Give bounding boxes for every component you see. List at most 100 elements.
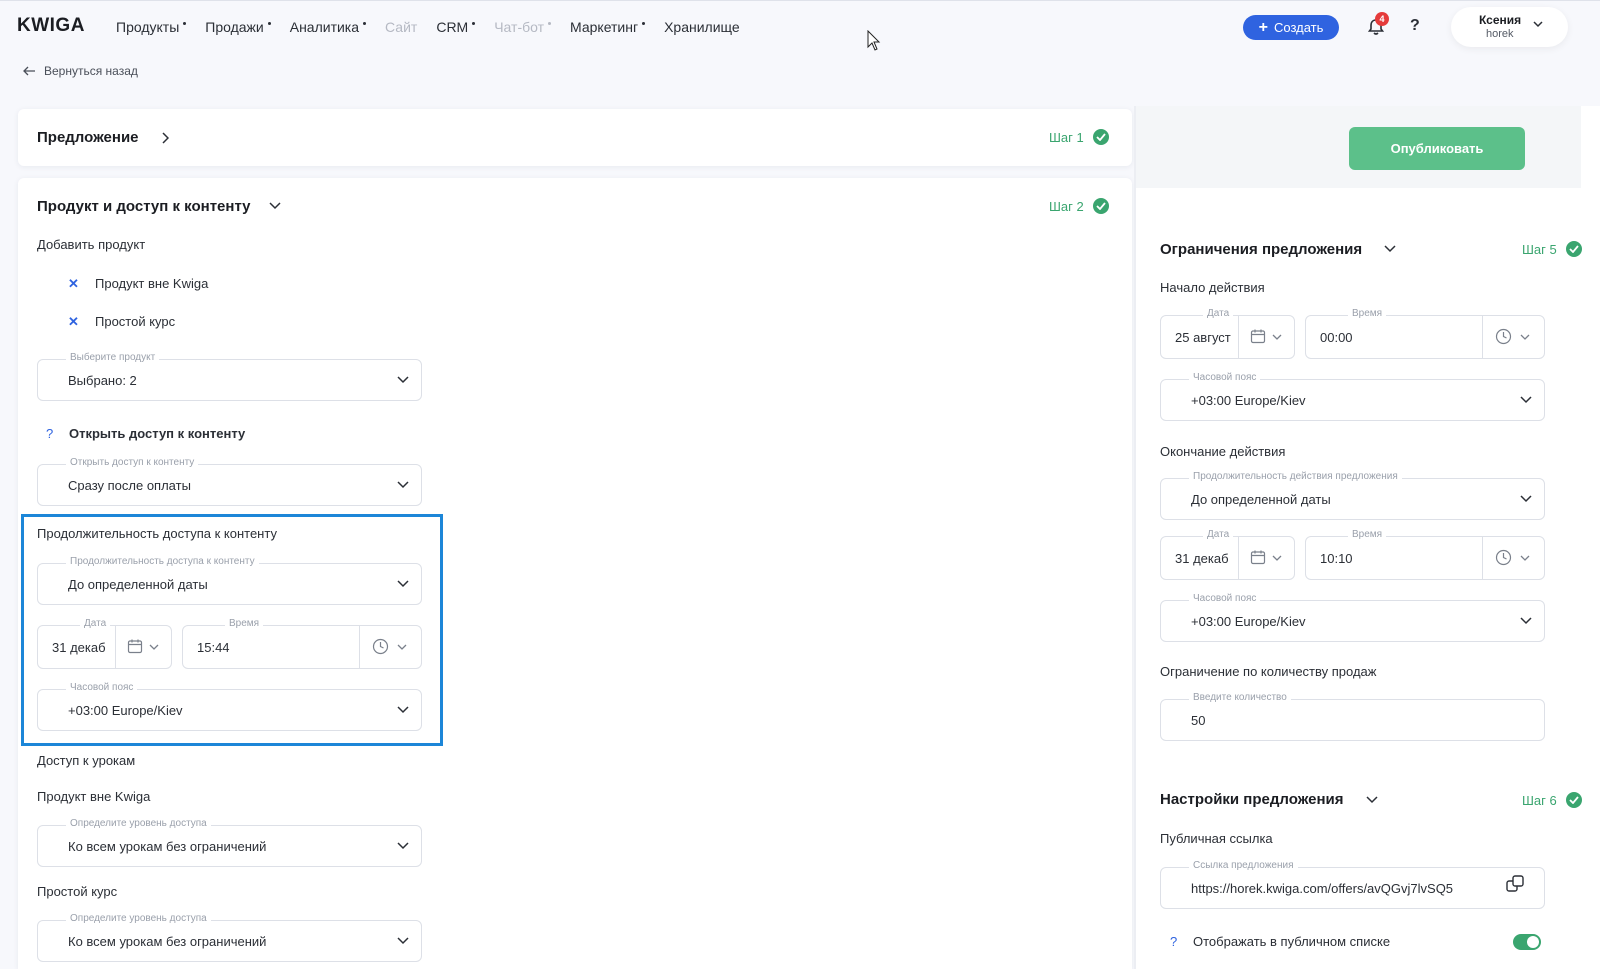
dropdown-dot-icon xyxy=(183,22,187,25)
publish-button[interactable]: Опубликовать xyxy=(1349,127,1525,170)
start-time-picker[interactable]: Время 00:00 xyxy=(1305,308,1545,359)
field-legend: Дата xyxy=(1203,529,1234,540)
chevron-down-icon xyxy=(397,842,409,850)
nav-item-storage[interactable]: Хранилище xyxy=(664,19,740,35)
field-value: Ко всем урокам без ограничений xyxy=(68,839,267,854)
chevron-down-icon[interactable] xyxy=(269,202,281,210)
step-indicator: Шаг 6 xyxy=(1522,792,1582,808)
calendar-icon xyxy=(127,639,143,654)
public-link-label: Публичная ссылка xyxy=(1160,831,1273,846)
help-icon[interactable]: ? xyxy=(46,426,53,441)
calendar-icon xyxy=(1250,329,1266,344)
field-legend: Определите уровень доступа xyxy=(66,913,211,924)
nav-item-site[interactable]: Сайт xyxy=(385,19,417,35)
dropdown-dot-icon xyxy=(472,22,476,25)
step-indicator: Шаг 1 xyxy=(1049,129,1109,145)
end-time-picker[interactable]: Время 10:10 xyxy=(1305,529,1545,580)
field-legend: Дата xyxy=(80,618,111,629)
nav-label: Чат-бот xyxy=(494,19,545,35)
dropdown-dot-icon xyxy=(548,22,552,25)
access-level-dropdown[interactable]: Определите уровень доступа Ко всем урока… xyxy=(37,913,422,962)
step-indicator: Шаг 2 xyxy=(1049,198,1109,214)
step-label: Шаг 6 xyxy=(1522,792,1557,808)
nav-item-marketing[interactable]: Маркетинг xyxy=(570,19,646,35)
top-navigation: KWIGA Продукты Продажи Аналитика Сайт CR… xyxy=(0,0,1600,52)
show-in-list-toggle[interactable] xyxy=(1513,934,1541,950)
field-value: 31 декаб xyxy=(1175,551,1229,566)
check-circle-icon xyxy=(1092,129,1109,145)
user-subtitle: horek xyxy=(1486,28,1514,40)
remove-product-icon[interactable]: ✕ xyxy=(68,276,79,292)
end-timezone-dropdown[interactable]: Часовой пояс +03:00 Europe/Kiev xyxy=(1160,593,1545,642)
lesson-group-title: Продукт вне Kwiga xyxy=(37,789,151,804)
offer-card-title[interactable]: Предложение xyxy=(37,129,139,146)
main-nav: Продукты Продажи Аналитика Сайт CRM Чат-… xyxy=(116,19,759,35)
nav-label: CRM xyxy=(436,19,469,35)
divider xyxy=(1482,537,1483,579)
chevron-down-icon xyxy=(1533,21,1543,28)
create-button[interactable]: + Создать xyxy=(1243,15,1339,40)
add-product-label: Добавить продукт xyxy=(37,237,146,252)
settings-card-title[interactable]: Настройки предложения xyxy=(1160,791,1344,808)
offer-link-field[interactable]: Ссылка предложения https://horek.kwiga.c… xyxy=(1160,860,1545,909)
back-link[interactable]: Вернуться назад xyxy=(23,64,138,78)
plus-icon: + xyxy=(1258,18,1268,36)
chevron-down-icon[interactable] xyxy=(1384,245,1396,253)
dropdown-dot-icon xyxy=(363,22,367,25)
product-card-title[interactable]: Продукт и доступ к контенту xyxy=(37,198,251,215)
field-value: Ко всем урокам без ограничений xyxy=(68,934,267,949)
field-legend: Продолжительность действия предложения xyxy=(1189,471,1402,482)
access-duration-dropdown[interactable]: Продолжительность доступа к контенту До … xyxy=(37,556,422,605)
chevron-down-icon xyxy=(397,706,409,714)
end-duration-dropdown[interactable]: Продолжительность действия предложения Д… xyxy=(1160,471,1545,520)
nav-label: Хранилище xyxy=(664,19,740,35)
chevron-down-icon xyxy=(1520,617,1532,625)
nav-item-analytics[interactable]: Аналитика xyxy=(290,19,367,35)
sales-limit-input[interactable]: Введите количество 50 xyxy=(1160,692,1545,741)
help-button[interactable]: ? xyxy=(1410,17,1420,35)
nav-item-chatbot[interactable]: Чат-бот xyxy=(494,19,552,35)
field-value: +03:00 Europe/Kiev xyxy=(1191,614,1306,629)
step-label: Шаг 1 xyxy=(1049,129,1084,145)
field-legend: Часовой пояс xyxy=(1189,372,1261,383)
time-picker[interactable]: Время 15:44 xyxy=(182,618,422,669)
chevron-down-icon xyxy=(397,937,409,945)
product-item: Продукт вне Kwiga xyxy=(95,276,209,291)
clock-icon xyxy=(1495,549,1512,566)
calendar-icon xyxy=(1250,550,1266,565)
field-legend: Время xyxy=(1348,308,1387,319)
end-date-picker[interactable]: Дата 31 декаб xyxy=(1160,529,1295,580)
dropdown-dot-icon xyxy=(642,22,646,25)
logo[interactable]: KWIGA xyxy=(17,15,85,37)
divider xyxy=(359,626,360,668)
help-icon[interactable]: ? xyxy=(1170,934,1177,949)
start-date-picker[interactable]: Дата 25 август xyxy=(1160,308,1295,359)
remove-product-icon[interactable]: ✕ xyxy=(68,314,79,330)
check-circle-icon xyxy=(1092,198,1109,214)
nav-item-crm[interactable]: CRM xyxy=(436,19,476,35)
nav-item-products[interactable]: Продукты xyxy=(116,19,187,35)
sales-limit-label: Ограничение по количеству продаж xyxy=(1160,664,1377,679)
user-menu[interactable]: Ксения horek xyxy=(1451,7,1568,47)
field-value: 10:10 xyxy=(1320,551,1353,566)
timezone-dropdown[interactable]: Часовой пояс +03:00 Europe/Kiev xyxy=(37,682,422,731)
chevron-right-icon[interactable] xyxy=(161,132,169,144)
limits-card-title[interactable]: Ограничения предложения xyxy=(1160,241,1362,258)
date-picker[interactable]: Дата 31 декаб xyxy=(37,618,172,669)
step-indicator: Шаг 5 xyxy=(1522,241,1582,257)
end-label: Окончание действия xyxy=(1160,444,1286,459)
copy-icon[interactable] xyxy=(1505,874,1525,894)
select-product-dropdown[interactable]: Выберите продукт Выбрано: 2 xyxy=(37,352,422,401)
arrow-left-icon xyxy=(23,66,35,76)
field-value: +03:00 Europe/Kiev xyxy=(68,703,183,718)
chevron-down-icon[interactable] xyxy=(1366,796,1378,804)
product-item: Простой курс xyxy=(95,314,176,329)
nav-label: Маркетинг xyxy=(570,19,639,35)
toggle-knob xyxy=(1527,936,1539,948)
nav-item-sales[interactable]: Продажи xyxy=(205,19,271,35)
start-timezone-dropdown[interactable]: Часовой пояс +03:00 Europe/Kiev xyxy=(1160,372,1545,421)
access-level-dropdown[interactable]: Определите уровень доступа Ко всем урока… xyxy=(37,818,422,867)
field-value: До определенной даты xyxy=(1191,492,1331,507)
open-access-dropdown[interactable]: Открыть доступ к контенту Сразу после оп… xyxy=(37,457,422,506)
field-value: 15:44 xyxy=(197,640,230,655)
